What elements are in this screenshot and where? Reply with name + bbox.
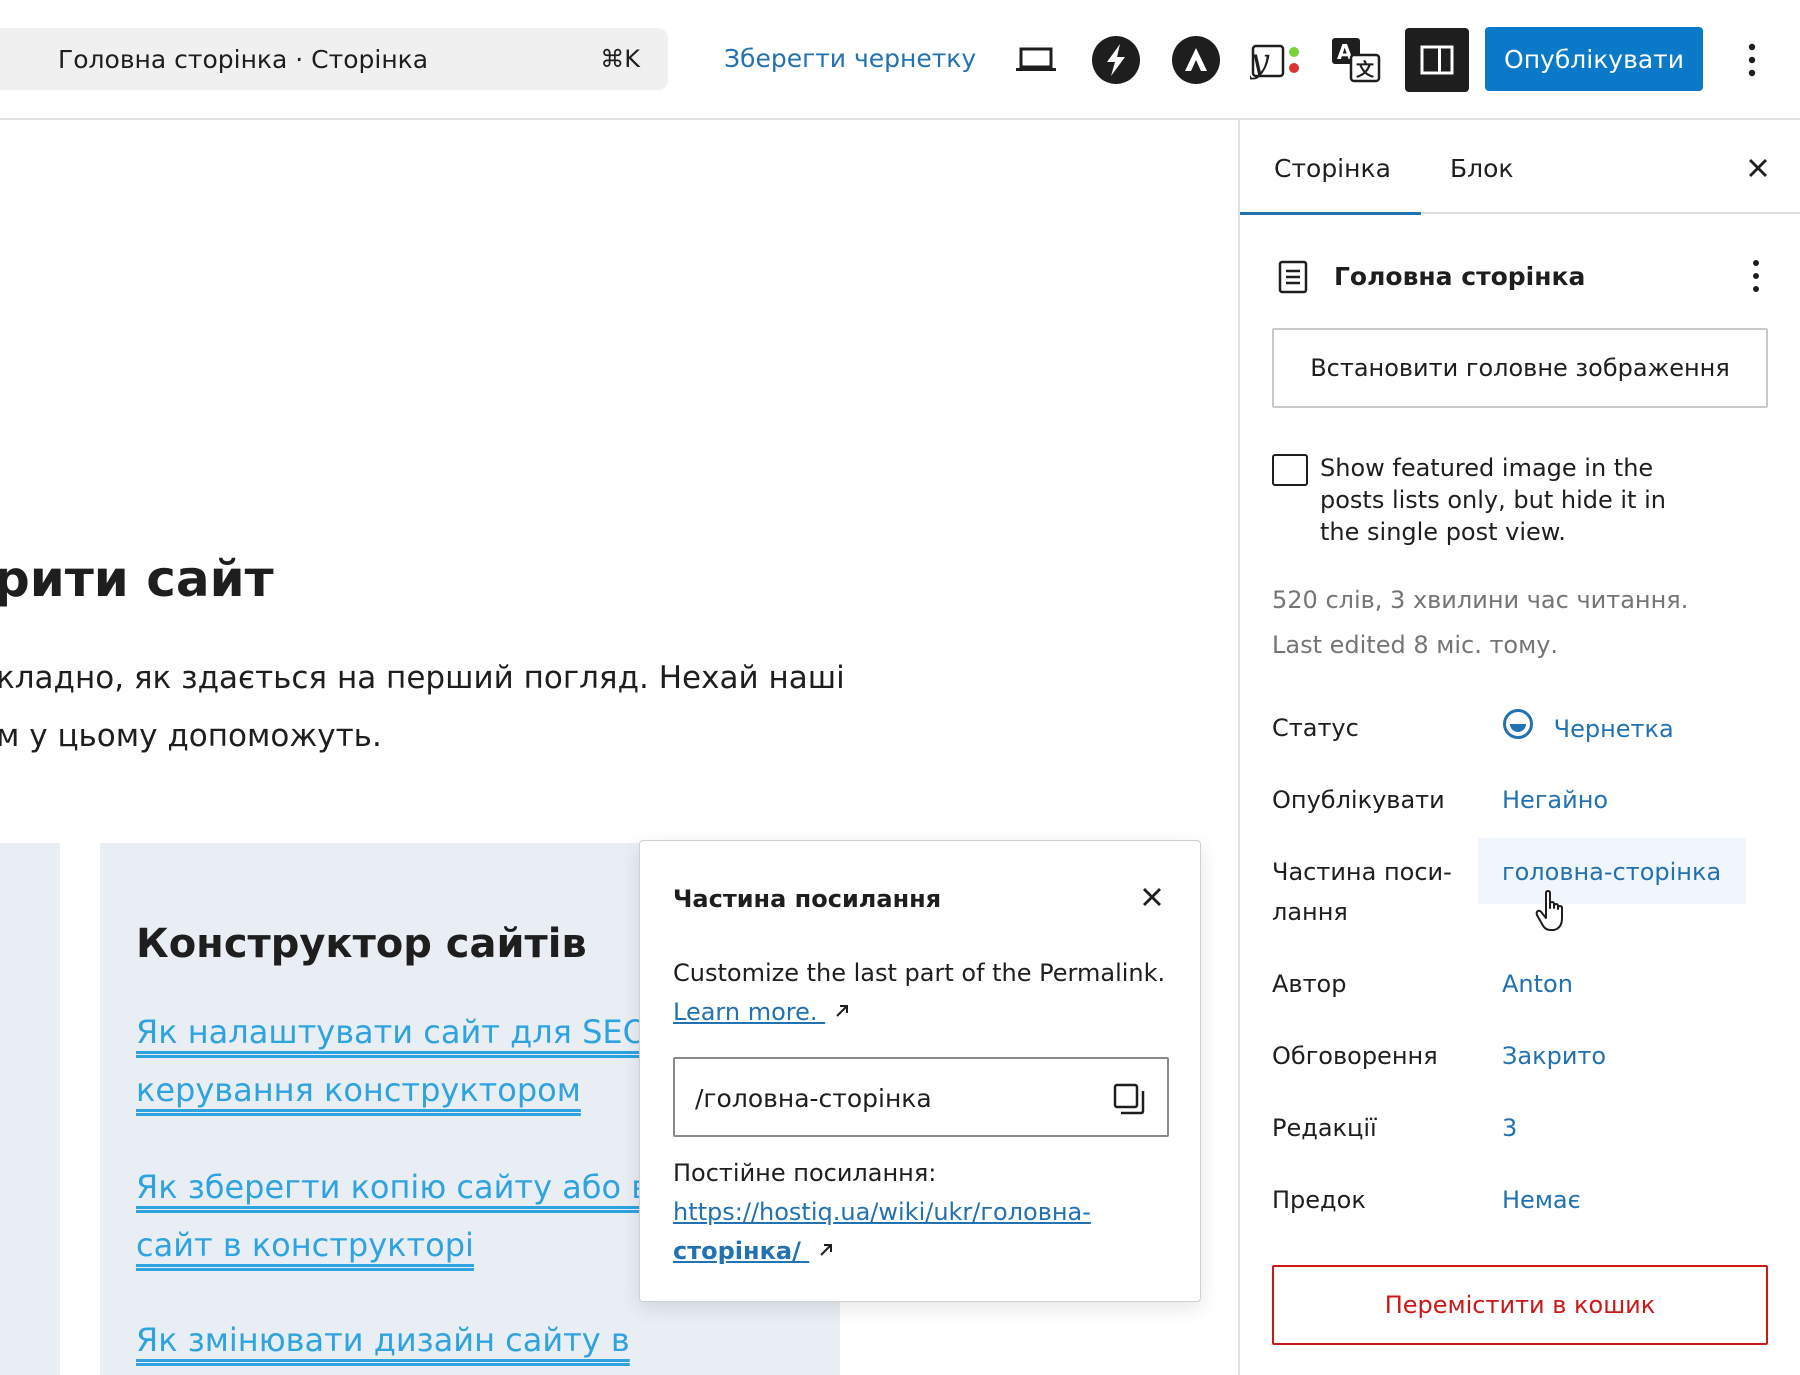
tab-block[interactable]: Блок [1450,154,1514,183]
card-link[interactable]: сайт в конструкторі [136,1226,474,1264]
external-link-icon [817,1237,835,1265]
editor-header: Головна сторінка · Сторінка ⌘K Зберегти … [0,0,1800,120]
featured-image-checkbox[interactable] [1272,454,1308,486]
more-vertical-icon[interactable] [1732,28,1772,92]
content-heading[interactable]: рити сайт [0,550,274,608]
external-link-icon [833,998,851,1026]
slug-value[interactable]: головна-сторінка [1502,858,1721,886]
translate-icon[interactable]: A文 [1324,28,1388,92]
desktop-preview-icon[interactable] [1004,28,1068,92]
learn-more-label: Learn more. [673,998,818,1026]
tab-page[interactable]: Сторінка [1240,154,1421,215]
pointer-hand-icon [1535,890,1569,932]
revisions-value[interactable]: 3 [1502,1114,1517,1142]
card-link[interactable]: Як налаштувати сайт для SEO [136,1013,648,1051]
publish-label: Опублікувати [1272,786,1445,814]
discussion-label: Обговорення [1272,1042,1438,1070]
svg-text:文: 文 [1356,59,1375,81]
card-link[interactable]: керування конструктором [136,1071,581,1109]
slug-label: Частина поси- [1272,858,1452,886]
set-featured-image-button[interactable]: Встановити головне зображення [1272,328,1768,408]
speed-bolt-icon[interactable] [1084,28,1148,92]
checkbox-label-line: Show featured image in the [1320,454,1654,482]
document-summary: Головна сторінка [1278,252,1768,302]
content-paragraph-line[interactable]: кладно, як здається на перший погляд. Не… [0,660,845,696]
card-link[interactable]: Як змінювати дизайн сайту в [136,1321,630,1359]
content-paragraph-line[interactable]: м у цьому допоможуть. [0,718,382,754]
page-icon [1278,260,1308,298]
discussion-value[interactable]: Закрито [1502,1042,1606,1070]
popover-description: Customize the last part of the Permalink… [673,959,1166,987]
document-title: Головна сторінка [1334,262,1586,291]
card-link[interactable]: Як зберегти копію сайту або в [136,1168,650,1206]
popover-title: Частина посилання [673,885,942,913]
word-count: 520 слів, 3 хвилини час читання. [1272,586,1689,614]
permalink-url-slug-text: сторінка/ [673,1237,801,1265]
settings-sidebar: Сторінка Блок Головна сторінка Встановит… [1238,120,1800,1375]
card-title: Конструктор сайтів [136,921,587,967]
publish-button[interactable]: Опублікувати [1485,27,1703,91]
parent-value[interactable]: Немає [1502,1186,1581,1214]
permalink-label: Постійне посилання: [673,1159,937,1187]
checkbox-label-line: the single post view. [1320,518,1566,546]
learn-more-link[interactable]: Learn more. [673,998,851,1026]
author-value[interactable]: Anton [1502,970,1573,998]
permalink-url-slug[interactable]: сторінка/ [673,1237,835,1265]
command-palette-bar[interactable]: Головна сторінка · Сторінка ⌘K [0,28,668,90]
sidebar-tabs: Сторінка Блок [1240,120,1800,215]
draft-status-icon [1502,708,1534,746]
author-label: Автор [1272,970,1347,998]
close-icon[interactable] [1738,148,1778,188]
sidebar-toggle-icon[interactable] [1405,28,1469,92]
astra-icon[interactable] [1164,28,1228,92]
yoast-seo-icon[interactable]: y [1244,28,1308,92]
status-value[interactable]: Чернетка [1502,709,1674,746]
slug-label-continued: лання [1272,898,1348,926]
content-card-partial [0,843,60,1375]
more-vertical-icon[interactable] [1744,254,1768,298]
checkbox-label-line: posts lists only, but hide it in [1320,486,1666,514]
copy-icon[interactable] [1111,1081,1147,1117]
save-draft-button[interactable]: Зберегти чернетку [724,44,976,73]
slug-field[interactable] [673,1057,1169,1137]
slug-input[interactable] [695,1079,1095,1117]
document-title: Головна сторінка · Сторінка [58,45,429,74]
slug-popover: Частина посилання Customize the last par… [639,840,1201,1302]
last-edited: Last edited 8 міс. тому. [1272,631,1559,659]
permalink-url[interactable]: https://hostiq.ua/wiki/ukr/головна- [673,1198,1091,1226]
keyboard-shortcut: ⌘K [600,45,640,73]
status-label: Статус [1272,714,1359,742]
revisions-label: Редакції [1272,1114,1377,1142]
close-icon[interactable] [1134,879,1170,915]
status-value-text: Чернетка [1553,715,1674,743]
parent-label: Предок [1272,1186,1366,1214]
publish-date-value[interactable]: Негайно [1502,786,1608,814]
move-to-trash-button[interactable]: Перемістити в кошик [1272,1265,1768,1345]
